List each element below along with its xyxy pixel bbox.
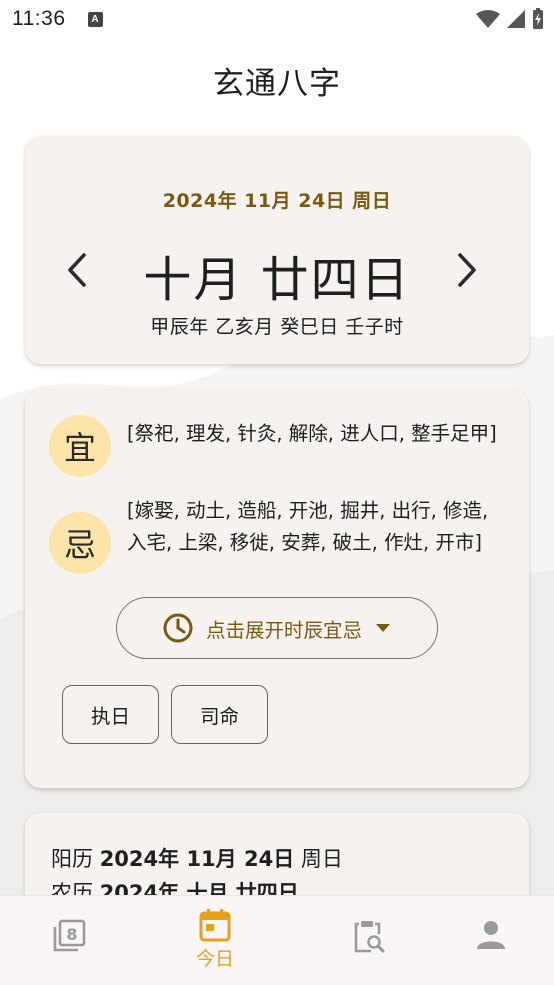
caret-down-icon: [376, 624, 390, 632]
svg-text:8: 8: [66, 925, 77, 944]
bazi-book-icon: 8: [53, 919, 86, 952]
signal-icon: [507, 10, 525, 28]
gregorian-date: 2024年 11月 24日 周日: [162, 190, 392, 212]
clock-icon: [163, 613, 193, 643]
chip-siming[interactable]: 司命: [171, 685, 268, 744]
nav-item-today[interactable]: 今日: [146, 896, 284, 985]
wifi-icon: [476, 10, 500, 28]
nav-label-today: 今日: [195, 948, 234, 970]
notification-icon: A: [87, 11, 103, 27]
yi-badge: 宜: [49, 415, 111, 477]
nav-item-profile[interactable]: [422, 896, 554, 985]
solar-prefix: 阳历: [51, 847, 93, 871]
date-card: 2024年 11月 24日 周日 十月 廿四日 甲辰年 乙亥月 癸巳日 壬子时: [25, 136, 529, 364]
bottom-nav: 8 今日: [0, 895, 554, 985]
ganzhi-text: 甲辰年 乙亥月 癸巳日 壬子时: [150, 316, 404, 338]
solar-date-line: 阳历 2024年 11月 24日 周日: [51, 843, 343, 873]
calendar-today-icon: [199, 909, 231, 942]
app-title: 玄通八字: [213, 66, 341, 102]
status-time: 11:36: [12, 7, 66, 30]
clipboard-search-icon: [354, 921, 385, 953]
expand-hours-label: 点击展开时辰宜忌: [205, 618, 362, 642]
expand-hours-button[interactable]: 点击展开时辰宜忌: [116, 597, 438, 659]
chip-zhiri[interactable]: 执日: [62, 685, 159, 744]
solar-suffix: 周日: [300, 847, 343, 871]
battery-icon: [533, 8, 543, 29]
status-icons: [476, 8, 544, 30]
ji-items: [嫁娶, 动土, 造船, 开池, 掘井, 出行, 修造, 入宅, 上梁, 移徙,…: [127, 499, 489, 554]
status-bar: 11:36 A: [0, 0, 554, 38]
yi-items: [祭祀, 理发, 针灸, 解除, 进人口, 整手足甲]: [127, 422, 497, 445]
nav-item-search[interactable]: [300, 896, 438, 985]
ji-badge: 忌: [49, 512, 111, 574]
next-day-button[interactable]: [447, 248, 487, 292]
person-icon: [477, 921, 505, 949]
nav-item-bazi[interactable]: 8: [0, 896, 138, 985]
chevron-right-icon: [458, 253, 476, 287]
yiji-card: 宜 [祭祀, 理发, 针灸, 解除, 进人口, 整手足甲] 忌 [嫁娶, 动土,…: [25, 390, 529, 788]
solar-value: 2024年 11月 24日: [99, 847, 295, 871]
